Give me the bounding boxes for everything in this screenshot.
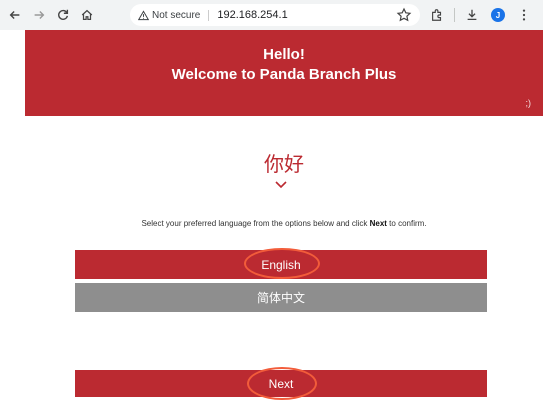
download-icon[interactable] [463,6,481,24]
welcome-banner: Hello! Welcome to Panda Branch Plus ;) [25,30,543,116]
chevron-down-icon [275,181,287,189]
bookmark-star-icon[interactable] [396,7,412,23]
home-icon[interactable] [78,6,96,24]
instructions-prefix: Select your preferred language from the … [141,219,370,228]
banner-wink: ;) [525,98,532,108]
profile-avatar[interactable]: J [489,6,507,24]
instructions-next-emphasis: Next [369,219,387,228]
banner-title: Hello! [263,46,305,63]
address-bar[interactable]: Not secure 192.168.254.1 [130,4,420,26]
security-label: Not secure [152,9,201,21]
security-chip[interactable]: Not secure [138,9,210,21]
url-text[interactable]: 192.168.254.1 [217,9,287,21]
toolbar-divider [454,8,455,22]
forward-arrow-icon[interactable] [30,6,48,24]
warning-triangle-icon [138,9,149,20]
avatar: J [491,8,505,22]
instructions-text: Select your preferred language from the … [25,219,543,228]
language-option-english[interactable]: English [75,250,487,279]
extensions-puzzle-icon[interactable] [428,6,446,24]
next-button[interactable]: Next [75,370,487,397]
language-option-simplified-chinese[interactable]: 简体中文 [75,283,487,312]
instructions-suffix: to confirm. [386,219,427,228]
greeting-text: 你好 [264,152,304,176]
browser-toolbar: Not secure 192.168.254.1 J [0,0,543,30]
more-menu-icon[interactable] [515,6,533,24]
back-arrow-icon[interactable] [6,6,24,24]
reload-icon[interactable] [54,6,72,24]
banner-subtitle: Welcome to Panda Branch Plus [171,66,397,83]
